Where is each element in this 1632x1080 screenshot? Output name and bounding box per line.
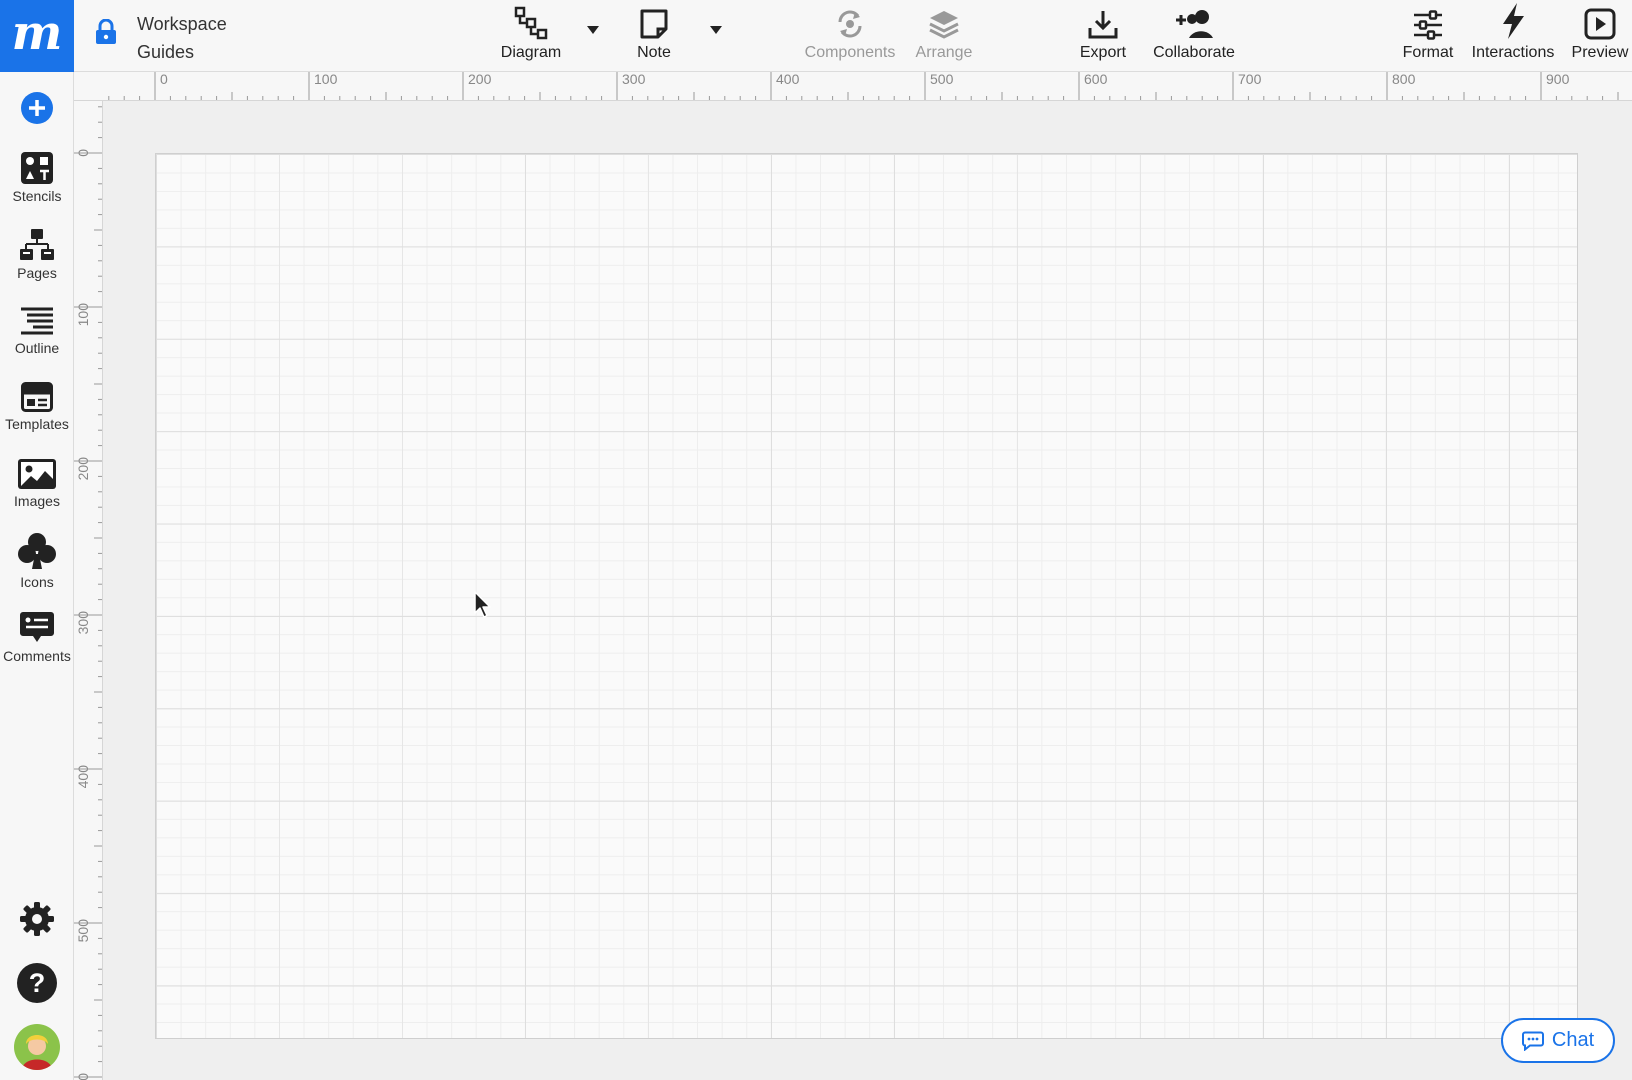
ruler-label: 0 — [75, 149, 91, 157]
comment-icon — [20, 612, 54, 642]
interactions-label: Interactions — [1471, 44, 1555, 61]
ruler-label: 600 — [1084, 72, 1108, 87]
sidebar-item-label: Outline — [14, 340, 60, 356]
note-icon — [640, 9, 668, 39]
ruler-label: 600 — [75, 1073, 91, 1080]
pages-icon — [20, 229, 54, 260]
mouse-cursor-icon — [474, 591, 491, 618]
stencils-icon — [21, 152, 53, 184]
sliders-icon — [1414, 10, 1442, 40]
arrange-label: Arrange — [915, 44, 973, 61]
ruler-label: 200 — [75, 457, 91, 481]
logo-letter: m — [11, 5, 63, 61]
lightning-icon — [1503, 3, 1524, 39]
sidebar-item-outline[interactable]: Outline — [0, 306, 74, 356]
ruler-label: 500 — [75, 919, 91, 943]
note-label: Note — [637, 44, 671, 61]
sidebar-item-stencils[interactable]: Stencils — [0, 152, 74, 204]
svg-text:?: ? — [29, 968, 46, 998]
document-title[interactable]: Workspace Guides — [137, 10, 227, 66]
ruler-label: 200 — [468, 72, 492, 87]
left-sidebar: Stencils Pages Outline Templates Images … — [0, 72, 74, 1080]
components-icon — [838, 10, 862, 38]
ruler-label: 900 — [1546, 72, 1570, 87]
note-button[interactable]: Note — [624, 0, 684, 72]
chat-icon — [1521, 1031, 1544, 1051]
note-dropdown-chevron-icon[interactable] — [710, 26, 722, 34]
preview-button[interactable]: Preview — [1568, 0, 1632, 72]
arrange-button[interactable]: Arrange — [909, 0, 979, 72]
add-users-icon — [1176, 10, 1213, 38]
format-label: Format — [1402, 44, 1454, 61]
preview-label: Preview — [1571, 44, 1629, 61]
image-icon — [18, 459, 56, 489]
ruler-label: 400 — [75, 765, 91, 789]
club-icon — [18, 533, 56, 569]
outline-icon — [21, 307, 53, 335]
chat-button[interactable]: Chat — [1501, 1018, 1615, 1063]
gear-icon — [20, 902, 54, 936]
app-logo[interactable]: m — [0, 0, 74, 72]
document-title-line2: Guides — [137, 42, 195, 62]
ruler-label: 100 — [314, 72, 338, 87]
sidebar-item-templates[interactable]: Templates — [0, 382, 74, 432]
collaborate-button[interactable]: Collaborate — [1148, 0, 1240, 72]
ruler-label: 300 — [622, 72, 646, 87]
ruler-label: 700 — [1238, 72, 1262, 87]
help-button[interactable]: ? — [0, 963, 74, 1003]
canvas-page[interactable] — [155, 153, 1578, 1039]
download-icon — [1088, 11, 1118, 39]
help-icon: ? — [17, 963, 57, 1003]
sidebar-item-label: Comments — [3, 648, 71, 664]
sidebar-item-label: Stencils — [12, 188, 62, 204]
settings-button[interactable] — [0, 902, 74, 936]
avatar — [14, 1024, 60, 1070]
vertical-ruler[interactable]: 0 100 200 300 400 500 600 — [74, 101, 103, 1080]
interactions-button[interactable]: Interactions — [1467, 0, 1559, 72]
add-button[interactable] — [0, 91, 74, 125]
ruler-label: 800 — [1392, 72, 1416, 87]
export-button[interactable]: Export — [1072, 0, 1134, 72]
sidebar-item-icons[interactable]: Icons — [0, 532, 74, 590]
top-toolbar: m Workspace Guides Diagram Note Componen… — [0, 0, 1632, 72]
components-button[interactable]: Components — [800, 0, 900, 72]
sidebar-item-pages[interactable]: Pages — [0, 229, 74, 281]
document-title-line1: Workspace — [137, 14, 227, 34]
sidebar-item-images[interactable]: Images — [0, 459, 74, 509]
templates-icon — [21, 382, 53, 412]
sidebar-item-label: Templates — [5, 416, 69, 432]
layers-icon — [929, 11, 959, 39]
horizontal-ruler[interactable]: 0 100 200 300 400 500 600 700 800 900 — [74, 72, 1632, 101]
collaborate-label: Collaborate — [1153, 44, 1235, 61]
sidebar-item-comments[interactable]: Comments — [0, 612, 74, 664]
ruler-label: 400 — [776, 72, 800, 87]
ruler-label: 100 — [75, 303, 91, 327]
format-button[interactable]: Format — [1398, 0, 1458, 72]
sidebar-item-label: Icons — [20, 574, 54, 590]
plus-circle-icon — [21, 92, 53, 124]
ruler-label: 300 — [75, 611, 91, 635]
ruler-label: 0 — [160, 72, 168, 87]
diagram-icon — [514, 6, 548, 40]
user-menu-button[interactable] — [0, 1024, 74, 1070]
play-icon — [1584, 8, 1616, 40]
diagram-label: Diagram — [500, 44, 562, 61]
lock-icon[interactable] — [95, 19, 117, 45]
diagram-button[interactable]: Diagram — [495, 0, 567, 72]
sidebar-item-label: Images — [14, 493, 60, 509]
ruler-label: 500 — [930, 72, 954, 87]
sidebar-item-label: Pages — [17, 265, 57, 281]
chat-label: Chat — [1551, 1029, 1595, 1051]
components-label: Components — [804, 44, 896, 61]
diagram-dropdown-chevron-icon[interactable] — [587, 26, 599, 34]
export-label: Export — [1079, 44, 1127, 61]
